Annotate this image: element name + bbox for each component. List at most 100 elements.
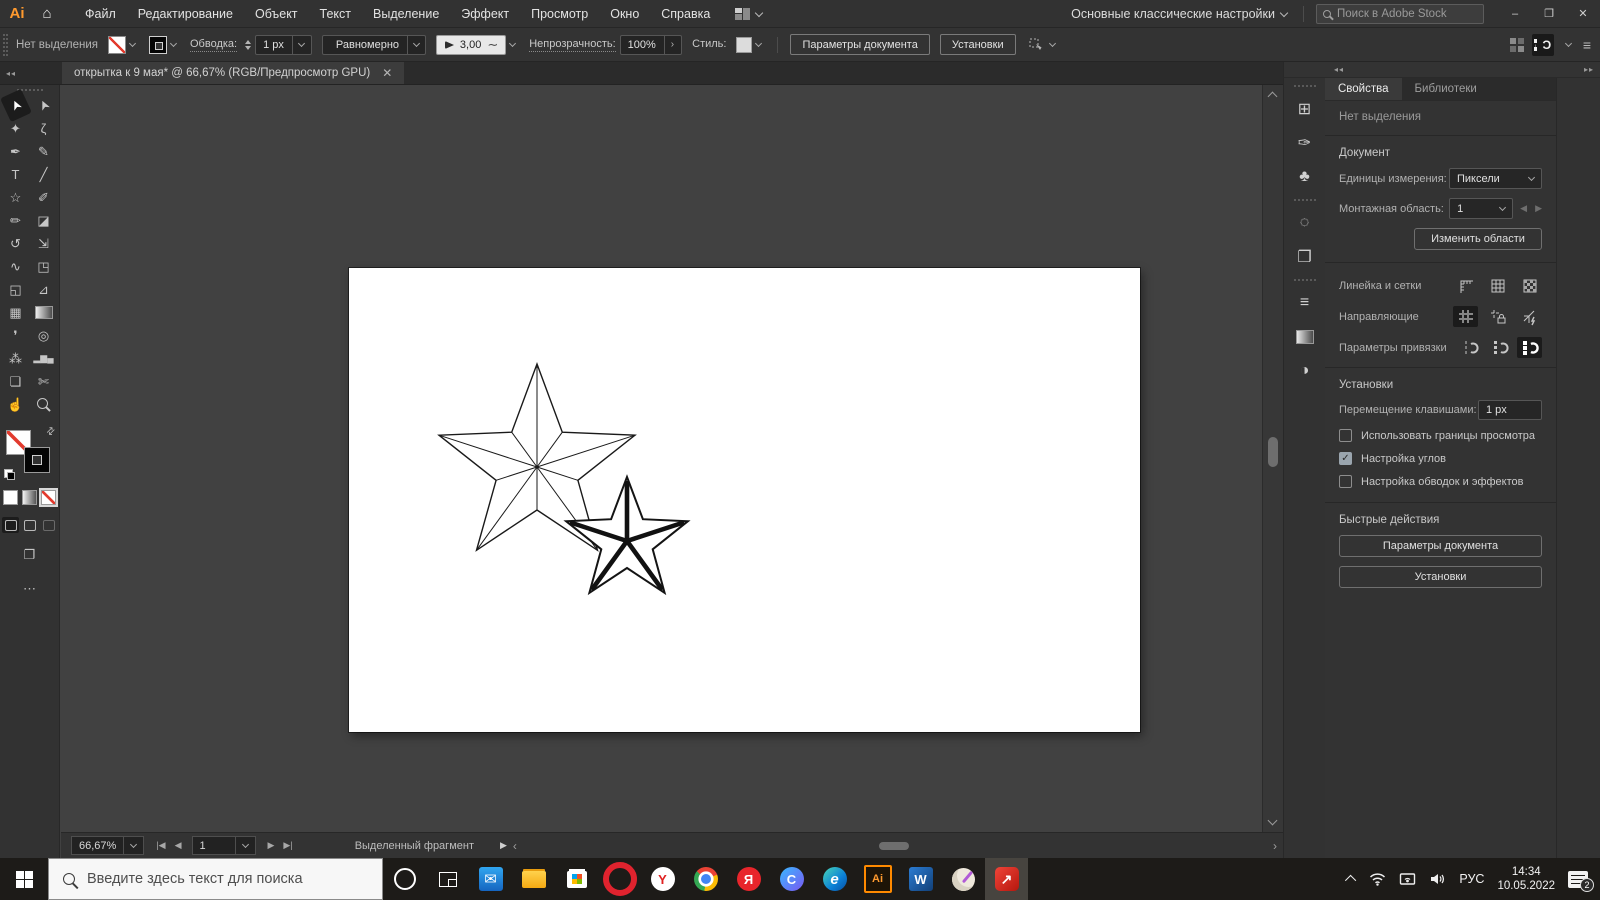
eyedropper-tool[interactable]: ❜ — [3, 324, 29, 347]
opera-icon[interactable] — [598, 858, 641, 900]
screenshot-app-icon[interactable]: ↗ — [985, 858, 1028, 900]
volume-icon[interactable] — [1429, 872, 1446, 886]
artboard-number-field[interactable]: 1 — [192, 836, 236, 855]
stroke-width-stepper[interactable] — [245, 40, 251, 50]
next-artboard-icon[interactable]: ▶ — [268, 840, 275, 851]
close-button[interactable]: ✕ — [1566, 0, 1600, 28]
taskbar-search-box[interactable] — [48, 858, 383, 900]
menu-file[interactable]: Файл — [74, 0, 127, 28]
menu-object[interactable]: Объект — [244, 0, 309, 28]
artboard-dropdown[interactable] — [236, 836, 256, 855]
chrome-icon[interactable] — [684, 858, 727, 900]
snap-to-pixel-icon[interactable] — [1517, 337, 1542, 358]
scale-strokes-effects-checkbox[interactable] — [1339, 475, 1352, 488]
lasso-tool[interactable]: ζ — [31, 117, 57, 140]
workspace-switcher[interactable]: Основные классические настройки — [1071, 7, 1275, 21]
blend-tool[interactable]: ◎ — [31, 324, 57, 347]
menu-type[interactable]: Текст — [309, 0, 362, 28]
chevron-down-icon[interactable] — [1565, 40, 1572, 47]
eraser-tool[interactable]: ◪ — [31, 209, 57, 232]
illustrator-icon[interactable]: Ai — [856, 858, 899, 900]
units-dropdown[interactable]: Пиксели — [1449, 168, 1542, 189]
collapse-dock-arrows[interactable]: ◂◂ — [1334, 65, 1344, 74]
fill-color-swatch[interactable] — [108, 36, 126, 54]
edit-toolbar-dots-icon[interactable]: ⋯ — [23, 581, 36, 597]
stroke-proxy[interactable] — [24, 447, 50, 473]
status-menu-icon[interactable]: ▶ — [500, 840, 507, 851]
chevron-down-icon[interactable] — [1280, 8, 1288, 16]
preferences-button[interactable]: Установки — [940, 34, 1016, 55]
status-display[interactable]: Выделенный фрагмент — [355, 840, 474, 852]
minimize-button[interactable]: – — [1498, 0, 1532, 28]
expand-dock-arrows[interactable]: ▸▸ — [1584, 65, 1594, 74]
keyboard-increment-field[interactable]: 1 px — [1478, 400, 1542, 420]
tab-properties[interactable]: Свойства — [1325, 78, 1402, 100]
artboard-tool[interactable]: ❏ — [3, 370, 29, 393]
collapse-panel-arrows[interactable]: ◂◂ — [0, 62, 62, 84]
snap-to-point-icon[interactable] — [1457, 337, 1482, 358]
screen-mode-icon[interactable]: ❐ — [24, 547, 36, 563]
menu-edit[interactable]: Редактирование — [127, 0, 244, 28]
mesh-tool[interactable]: ▦ — [3, 301, 29, 324]
grid-icon[interactable] — [1485, 275, 1510, 296]
draw-behind-mode[interactable] — [21, 517, 38, 533]
smart-guides-icon[interactable] — [1517, 306, 1542, 327]
start-button[interactable] — [0, 858, 48, 900]
free-transform-tool[interactable]: ◳ — [31, 255, 57, 278]
brush-definition-dropdown[interactable]: 3,00 ∼ — [436, 35, 506, 55]
control-bar-grip[interactable] — [3, 34, 8, 56]
stroke-label[interactable]: Обводка: — [190, 38, 237, 52]
menu-window[interactable]: Окно — [599, 0, 650, 28]
edit-artboards-button[interactable]: Изменить области — [1414, 228, 1542, 250]
artboard[interactable] — [349, 268, 1140, 732]
scale-corners-checkbox[interactable]: ✓ — [1339, 452, 1352, 465]
file-explorer-icon[interactable] — [512, 858, 555, 900]
curvature-tool[interactable]: ✎ — [31, 140, 57, 163]
lock-guides-icon[interactable] — [1485, 306, 1510, 327]
column-graph-tool[interactable]: ▂▆▄ — [31, 347, 57, 370]
document-tab[interactable]: открытка к 9 мая* @ 66,67% (RGB/Предпрос… — [62, 62, 404, 84]
horizontal-scrollbar[interactable] — [527, 833, 1263, 858]
chevron-down-icon[interactable] — [509, 40, 516, 47]
line-segment-tool[interactable]: ╱ — [31, 163, 57, 186]
none-swatch[interactable] — [41, 490, 56, 505]
shaper-pencil-tool[interactable]: ✏ — [3, 209, 29, 232]
swap-fill-stroke-icon[interactable]: ⇄ — [44, 425, 58, 439]
language-indicator[interactable]: РУС — [1459, 872, 1484, 886]
edge-icon[interactable]: e — [813, 858, 856, 900]
style-swatch[interactable] — [736, 37, 752, 53]
last-artboard-icon[interactable]: ▶| — [283, 840, 292, 851]
vertical-scrollbar[interactable] — [1262, 85, 1283, 832]
stock-search-box[interactable] — [1316, 4, 1484, 24]
paint-icon[interactable] — [942, 858, 985, 900]
color-panel-icon[interactable]: ◌ — [1290, 208, 1320, 238]
wifi-icon[interactable] — [1369, 872, 1386, 886]
transparency-grid-icon[interactable] — [1517, 275, 1542, 296]
menu-select[interactable]: Выделение — [362, 0, 450, 28]
shape-builder-tool[interactable]: ◱ — [3, 278, 29, 301]
layers-panel-icon[interactable]: ❐ — [1290, 242, 1320, 272]
opacity-label[interactable]: Непрозрачность: — [529, 38, 615, 52]
stock-search-input[interactable] — [1337, 8, 1457, 20]
brushes-panel-icon[interactable]: ✑ — [1290, 128, 1320, 158]
workspace-grid-icon[interactable] — [1510, 38, 1524, 52]
c-app-icon[interactable]: C — [770, 858, 813, 900]
menu-view[interactable]: Просмотр — [520, 0, 599, 28]
mail-icon[interactable]: ✉ — [469, 858, 512, 900]
word-icon[interactable]: W — [899, 858, 942, 900]
qa-document-setup-button[interactable]: Параметры документа — [1339, 535, 1542, 557]
chevron-down-icon[interactable] — [129, 40, 136, 47]
gradient-swatch[interactable] — [22, 490, 37, 505]
stroke-panel-icon[interactable]: ≡ — [1290, 288, 1320, 318]
color-swatch[interactable] — [3, 490, 18, 505]
restore-button[interactable]: ❐ — [1532, 0, 1566, 28]
transparency-panel-icon[interactable]: ◑ — [1290, 356, 1320, 386]
home-icon[interactable]: ⌂ — [34, 5, 60, 22]
yandex-browser-icon[interactable]: Y — [641, 858, 684, 900]
gradient-tool[interactable] — [31, 301, 57, 324]
microsoft-store-icon[interactable] — [555, 858, 598, 900]
chevron-down-icon[interactable] — [755, 8, 763, 16]
prev-artboard-icon[interactable]: ◀ — [175, 840, 182, 851]
taskbar-search-input[interactable] — [87, 871, 357, 887]
symbol-sprayer-tool[interactable]: ⁂ — [3, 347, 29, 370]
